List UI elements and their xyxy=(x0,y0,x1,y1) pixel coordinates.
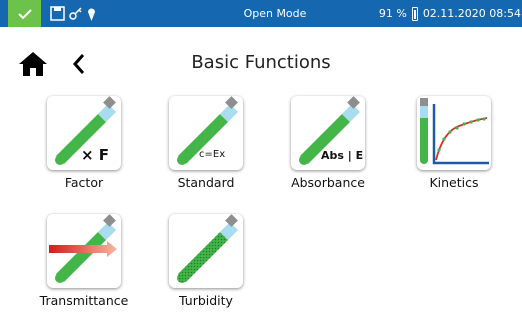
turbidity-icon xyxy=(169,214,243,288)
status-icons xyxy=(50,4,96,23)
standard-icon: c=Ex xyxy=(169,96,243,170)
kinetics-icon xyxy=(417,96,491,170)
mode-text: Open Mode xyxy=(243,7,307,20)
tile-label: Factor xyxy=(64,175,104,190)
location-pin-icon xyxy=(88,8,95,21)
tile-label: Transmittance xyxy=(39,293,129,308)
standard-overlay: c=Ex xyxy=(199,149,226,160)
save-icon xyxy=(50,6,65,21)
status-bar: Open Mode 91 % 02.11.2020 08:54 xyxy=(0,0,522,27)
absorbance-overlay: Abs | E xyxy=(321,149,364,162)
transmittance-icon xyxy=(47,214,121,288)
tile-standard[interactable]: c=Ex Standard xyxy=(145,96,263,201)
tile-factor[interactable]: × F Factor xyxy=(23,96,141,201)
check-icon xyxy=(8,0,41,27)
absorbance-icon: Abs | E xyxy=(291,96,365,170)
battery-percent: 91 % xyxy=(378,7,407,20)
tile-turbidity[interactable]: Turbidity xyxy=(145,214,263,319)
page-title: Basic Functions xyxy=(191,52,331,73)
tile-label: Kinetics xyxy=(429,175,479,190)
tile-transmittance[interactable]: Transmittance xyxy=(23,214,141,319)
tile-kinetics[interactable]: Kinetics xyxy=(393,96,511,201)
factor-icon: × F xyxy=(47,96,121,170)
tile-label: Standard xyxy=(177,175,235,190)
date-time: 02.11.2020 08:54 xyxy=(422,7,521,20)
tile-absorbance[interactable]: Abs | E Absorbance xyxy=(267,96,385,201)
factor-overlay: × F xyxy=(81,146,110,164)
status-right: 91 % 02.11.2020 08:54 xyxy=(379,0,522,27)
tile-label: Absorbance xyxy=(291,175,365,190)
tile-label: Turbidity xyxy=(179,293,233,308)
battery-icon xyxy=(411,6,418,21)
key-icon xyxy=(69,7,82,20)
